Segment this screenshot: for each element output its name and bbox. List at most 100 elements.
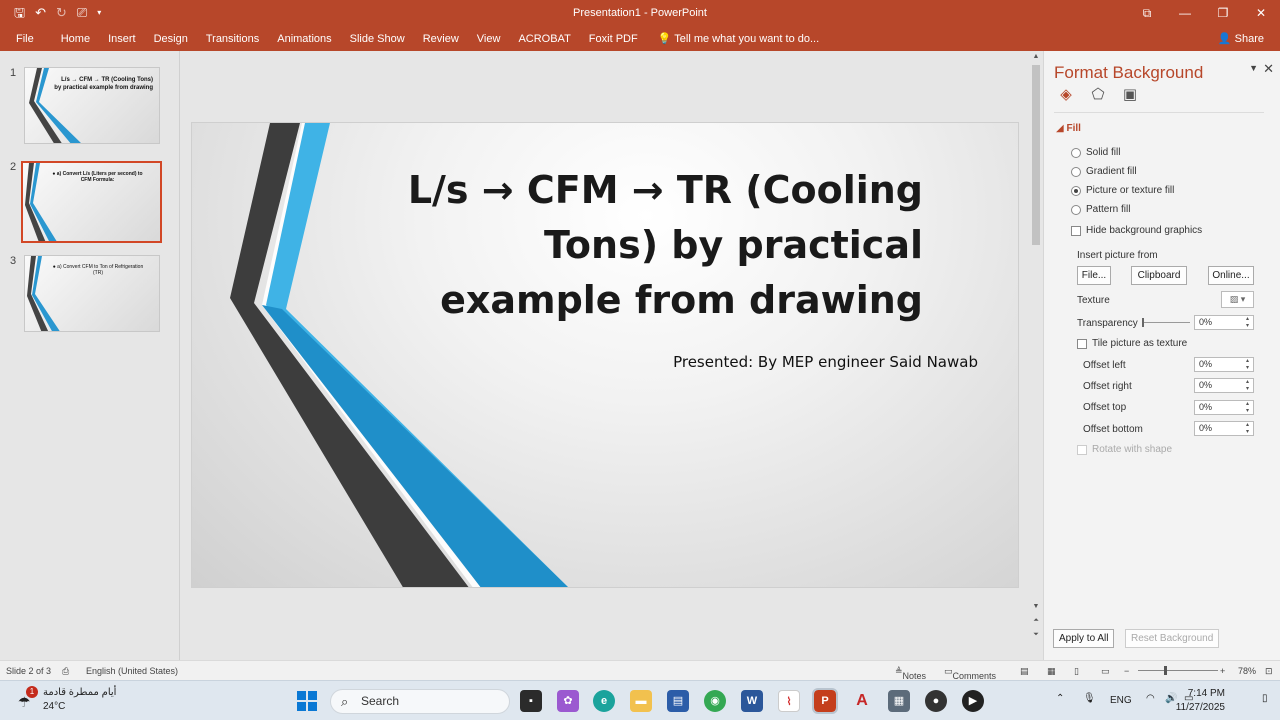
gradient-fill-option[interactable]: Gradient fill [1071, 166, 1137, 177]
tab-review[interactable]: Review [414, 27, 468, 51]
file-explorer-icon[interactable]: ▬ [630, 690, 652, 712]
share-button[interactable]: 👤 Share [1214, 29, 1268, 49]
format-background-pane: Format Background ▼ ✕ ◈ ⬠ ▣ ◢ Fill Solid… [1043, 51, 1280, 660]
picture-fill-label: Picture or texture fill [1086, 185, 1175, 196]
zoom-level[interactable]: 78% [1238, 666, 1256, 676]
tile-checkbox[interactable] [1077, 338, 1087, 349]
zoom-slider[interactable] [1138, 670, 1218, 671]
hide-bg-graphics-option[interactable]: Hide background graphics [1071, 225, 1202, 236]
current-slide[interactable]: L/s → CFM → TR (Cooling Tons) by practic… [191, 122, 1019, 588]
app-record-icon[interactable]: ● [925, 690, 947, 712]
transparency-spinner[interactable]: 0% [1194, 315, 1254, 330]
chrome-icon[interactable]: ◉ [704, 690, 726, 712]
tab-transitions[interactable]: Transitions [197, 27, 268, 51]
notifications-icon[interactable]: ▯ [1262, 693, 1268, 704]
offset-left-spinner[interactable]: 0% [1194, 357, 1254, 372]
clipboard-button[interactable]: Clipboard [1131, 266, 1187, 285]
tab-home[interactable]: Home [52, 27, 99, 51]
tab-foxit-pdf[interactable]: Foxit PDF [580, 27, 647, 51]
hide-bg-checkbox[interactable] [1071, 225, 1081, 236]
scrollbar-thumb[interactable] [1032, 65, 1040, 245]
fill-section-header[interactable]: ◢ Fill [1056, 123, 1081, 134]
hide-bg-label: Hide background graphics [1086, 225, 1203, 236]
maximize-icon[interactable]: ❐ [1204, 0, 1242, 27]
edge-icon[interactable]: e [593, 690, 615, 712]
input-language[interactable]: ENG [1110, 695, 1132, 706]
solid-fill-option[interactable]: Solid fill [1071, 147, 1120, 158]
next-slide-icon[interactable]: ⏷ [1030, 631, 1042, 639]
picture-fill-option[interactable]: Picture or texture fill [1071, 185, 1174, 196]
offset-right-spinner[interactable]: 0% [1194, 378, 1254, 393]
ribbon-display-icon[interactable]: ⧉ [1128, 0, 1166, 27]
scroll-down-icon[interactable]: ▼ [1030, 603, 1042, 610]
windows-start-icon[interactable] [297, 691, 317, 711]
tab-slide-show[interactable]: Slide Show [341, 27, 414, 51]
slide-thumbnail-2[interactable]: ● a) Convert L/s (Liters per second) to … [21, 161, 162, 243]
effects-pentagon-icon[interactable]: ⬠ [1088, 85, 1108, 103]
zoom-out-icon[interactable]: − [1124, 666, 1129, 676]
reading-view-icon[interactable]: ▯ [1074, 666, 1079, 677]
slide-title[interactable]: L/s → CFM → TR (Cooling Tons) by practic… [363, 163, 923, 328]
tab-acrobat[interactable]: ACROBAT [509, 27, 579, 51]
slide-subtitle[interactable]: Presented: By MEP engineer Said Nawab [673, 353, 978, 371]
pane-options-icon[interactable]: ▼ [1249, 63, 1258, 73]
tell-me-search[interactable]: 💡 Tell me what you want to do... [649, 27, 828, 51]
close-icon[interactable]: ✕ [1242, 0, 1280, 27]
offset-bottom-spinner[interactable]: 0% [1194, 421, 1254, 436]
pattern-fill-option[interactable]: Pattern fill [1071, 204, 1130, 215]
transparency-slider[interactable] [1142, 318, 1190, 327]
task-view-icon[interactable]: ▪ [520, 690, 542, 712]
previous-slide-icon[interactable]: ⏶ [1030, 617, 1042, 625]
slide-thumbnail-1[interactable]: L/s → CFM → TR (Cooling Tons) by practic… [24, 67, 160, 144]
media-player-icon[interactable]: ▶ [962, 690, 984, 712]
gradient-fill-radio[interactable] [1071, 166, 1081, 177]
tile-texture-option[interactable]: Tile picture as texture [1077, 338, 1187, 349]
texture-dropdown[interactable]: ▨ ▾ [1221, 291, 1254, 308]
wifi-icon[interactable]: ◠ [1146, 693, 1155, 704]
thumb-1-title: L/s → CFM → TR (Cooling Tons) by practic… [54, 77, 153, 91]
picture-icon[interactable]: ▣ [1120, 85, 1140, 103]
slide-thumbnail-pane[interactable]: 1 L/s → CFM → TR (Cooling Tons) by pract… [0, 51, 180, 660]
comments-button[interactable]: ▭ Comments [944, 666, 996, 681]
scroll-up-icon[interactable]: ▲ [1030, 53, 1042, 60]
share-label: Share [1234, 33, 1264, 45]
normal-view-icon[interactable]: ▤ [1020, 666, 1029, 677]
fill-bucket-icon[interactable]: ◈ [1056, 85, 1076, 103]
tab-view[interactable]: View [468, 27, 510, 51]
microphone-icon[interactable]: 🎙 [1083, 693, 1096, 704]
slide-sorter-icon[interactable]: ▦ [1047, 666, 1056, 677]
slideshow-view-icon[interactable]: ▭ [1101, 666, 1110, 677]
tray-overflow-icon[interactable]: ⌃ [1056, 693, 1064, 704]
picture-fill-radio[interactable] [1071, 185, 1081, 196]
language-status[interactable]: English (United States) [86, 666, 178, 676]
apply-to-all-button[interactable]: Apply to All [1053, 629, 1115, 648]
solid-fill-radio[interactable] [1071, 147, 1081, 158]
minimize-icon[interactable]: — [1166, 0, 1204, 27]
calculator-icon[interactable]: ▦ [888, 690, 910, 712]
offset-top-spinner[interactable]: 0% [1194, 400, 1254, 415]
powerpoint-icon[interactable]: P [812, 688, 838, 714]
tab-file[interactable]: File [0, 27, 52, 51]
spellcheck-icon[interactable]: ⎙ [62, 666, 69, 677]
vertical-scrollbar[interactable]: ▲ ▼ ⏶ ⏷ [1030, 51, 1042, 660]
taskbar-search[interactable]: ⌕ Search [330, 689, 510, 714]
tab-animations[interactable]: Animations [268, 27, 340, 51]
store-icon[interactable]: ▤ [667, 690, 689, 712]
pane-close-icon[interactable]: ✕ [1263, 61, 1274, 77]
word-icon[interactable]: W [741, 690, 763, 712]
zoom-in-icon[interactable]: + [1220, 666, 1225, 676]
gradient-fill-label: Gradient fill [1086, 166, 1137, 177]
notes-button[interactable]: ≜ Notes [895, 666, 926, 681]
acrobat-icon[interactable]: A [851, 690, 873, 712]
fit-slide-icon[interactable]: ⊡ [1265, 666, 1273, 677]
file-button[interactable]: File... [1077, 266, 1111, 285]
pdf-reader-icon[interactable]: ⌇ [778, 690, 800, 712]
pattern-fill-radio[interactable] [1071, 204, 1081, 215]
tab-design[interactable]: Design [145, 27, 197, 51]
online-button[interactable]: Online... [1208, 266, 1254, 285]
copilot-icon[interactable]: ✿ [557, 690, 579, 712]
system-clock[interactable]: 7:14 PM 11/27/2025 [1176, 687, 1225, 715]
zoom-slider-thumb[interactable] [1164, 666, 1167, 675]
slide-thumbnail-3[interactable]: ● a) Convert CFM to Ton of Refrigeration… [24, 255, 160, 332]
tab-insert[interactable]: Insert [99, 27, 145, 51]
